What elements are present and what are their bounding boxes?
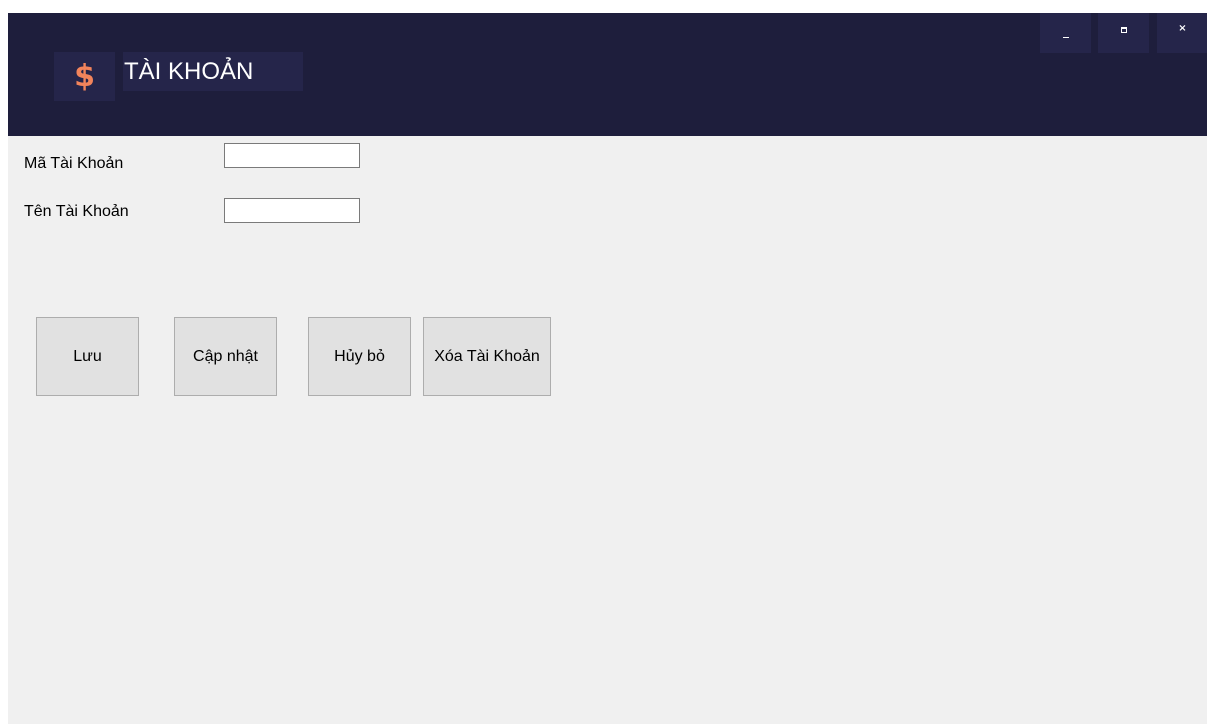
logo: $ xyxy=(54,52,115,101)
delete-account-button[interactable]: Xóa Tài Khoản xyxy=(423,317,551,396)
maximize-icon xyxy=(1120,27,1127,33)
close-button[interactable]: × xyxy=(1157,13,1207,53)
ten-tai-khoan-label: Tên Tài Khoản xyxy=(24,203,129,220)
ma-tai-khoan-input[interactable] xyxy=(224,143,360,168)
cancel-button[interactable]: Hủy bỏ xyxy=(308,317,411,396)
minimize-button[interactable] xyxy=(1040,13,1091,53)
close-icon: × xyxy=(1178,22,1187,34)
ten-tai-khoan-input[interactable] xyxy=(224,198,360,223)
page-title: TÀI KHOẢN xyxy=(124,57,254,85)
update-button[interactable]: Cập nhật xyxy=(174,317,277,396)
ma-tai-khoan-label: Mã Tài Khoản xyxy=(24,155,124,172)
account-window: $ TÀI KHOẢN × Mã Tài Khoản Tên Tài Khoản… xyxy=(8,13,1207,724)
minimize-icon xyxy=(1062,36,1069,38)
header-bar: $ TÀI KHOẢN × xyxy=(8,13,1207,136)
maximize-button[interactable] xyxy=(1098,13,1149,53)
save-button[interactable]: Lưu xyxy=(36,317,139,396)
dollar-icon: $ xyxy=(74,58,95,94)
page-title-box: TÀI KHOẢN xyxy=(123,52,303,91)
